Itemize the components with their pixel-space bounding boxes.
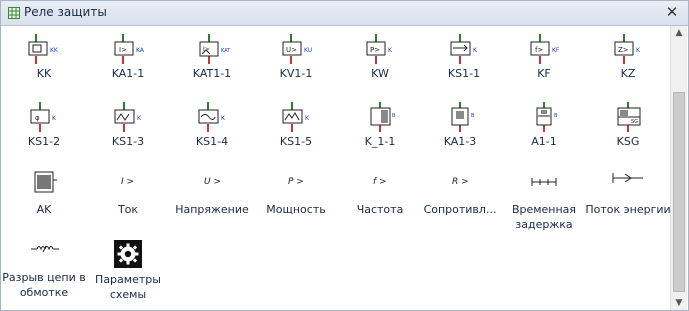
svg-text:U>: U> — [286, 46, 297, 54]
svg-text:K: K — [221, 115, 226, 122]
item-label: Мощность — [266, 203, 326, 216]
transformer-block-icon — [3, 168, 85, 202]
svg-text:B: B — [554, 113, 558, 119]
time-delay-icon — [503, 168, 585, 202]
item-label: KV1-1 — [279, 67, 313, 80]
coil-block-icon: B — [339, 100, 421, 134]
relay-ks-icon: K — [255, 100, 337, 134]
svg-text:KAT: KAT — [221, 48, 231, 54]
svg-text:P>: P> — [370, 46, 380, 54]
item-label: KK — [36, 67, 52, 80]
item-label: KSG — [616, 135, 640, 148]
svg-text:KA: KA — [136, 47, 145, 54]
current-symbol-icon: I > — [87, 168, 169, 202]
item-label: KA1-3 — [443, 135, 477, 148]
item-label: KS1-3 — [111, 135, 145, 148]
scroll-down-arrow-icon[interactable]: ▼ — [671, 296, 687, 310]
svg-text:I >: I > — [121, 177, 134, 187]
close-icon[interactable]: ✕ — [664, 4, 680, 20]
frequency-symbol-icon: f > — [339, 168, 421, 202]
scroll-up-arrow-icon[interactable]: ▲ — [671, 26, 687, 40]
svg-text:SG: SG — [631, 119, 638, 125]
svg-text:K: K — [388, 47, 393, 54]
item-label: Частота — [356, 203, 404, 216]
gear-icon — [87, 236, 169, 270]
item-label: AK — [36, 203, 52, 216]
window-title: Реле защиты — [24, 5, 107, 19]
item-label: Ток — [117, 203, 139, 216]
svg-text:KK: KK — [50, 47, 59, 54]
svg-text:P >: P > — [288, 177, 304, 187]
item-label: KW — [371, 67, 389, 80]
svg-text:f>: f> — [535, 46, 543, 54]
item-label: KS1-1 — [447, 67, 481, 80]
relay-kv-icon: U> KU — [255, 32, 337, 66]
power-symbol-icon: P > — [255, 168, 337, 202]
item-label: K_1-1 — [364, 135, 396, 148]
relay-kat-icon: I> KAT — [171, 32, 253, 66]
item-label: KS1-2 — [27, 135, 61, 148]
item-label: KA1-1 — [111, 67, 145, 80]
relay-ks-icon: K — [87, 100, 169, 134]
svg-text:φ: φ — [35, 114, 40, 122]
item-label: KS1-4 — [195, 135, 229, 148]
grid-icon — [8, 7, 20, 19]
relay-ks-icon: φK — [3, 100, 85, 134]
svg-text:K: K — [636, 47, 641, 54]
svg-text:B: B — [471, 113, 475, 119]
item-label: KF — [537, 67, 551, 80]
relay-ks-icon: K — [423, 32, 505, 66]
scrollbar-thumb[interactable] — [673, 92, 685, 292]
item-label: Напряжение — [175, 203, 249, 216]
vertical-scrollbar[interactable]: ▲ ▼ — [670, 26, 687, 310]
svg-text:K: K — [473, 47, 478, 54]
item-label: Разрыв цепи в обмотке — [2, 271, 86, 299]
svg-text:KF: KF — [552, 47, 560, 54]
symbol-palette: KK KK I> KA KA1-1 I> KAT KAT1-1 U> KU KV1-1… — [1, 26, 671, 310]
winding-break-icon — [3, 236, 85, 270]
relay-kz-icon: Z> K — [587, 32, 669, 66]
relay-kk-icon: KK — [3, 32, 85, 66]
item-label: A1-1 — [531, 135, 557, 148]
energy-flow-icon — [587, 168, 669, 202]
svg-text:K: K — [137, 115, 142, 122]
relay-kw-icon: P> K — [339, 32, 421, 66]
gas-relay-icon: SG — [587, 100, 669, 134]
svg-text:K: K — [305, 115, 310, 122]
svg-text:KU: KU — [304, 47, 312, 54]
item-label: KZ — [620, 67, 636, 80]
item-label: KAT1-1 — [192, 67, 232, 80]
relay-kf-icon: f> KF — [503, 32, 585, 66]
resistance-symbol-icon: R > — [419, 168, 501, 202]
relay-ka-icon: I> KA — [87, 32, 169, 66]
relay-ks-icon: K — [171, 100, 253, 134]
item-label: Параметры схемы — [95, 273, 161, 301]
svg-text:U >: U > — [204, 177, 221, 187]
svg-text:B: B — [392, 113, 396, 119]
voltage-symbol-icon: U > — [171, 168, 253, 202]
svg-text:K: K — [52, 115, 57, 122]
item-label: Поток энергии — [585, 203, 671, 216]
item-label: Временная задержка — [511, 203, 577, 231]
item-label: KS1-5 — [279, 135, 313, 148]
svg-text:R >: R > — [452, 177, 469, 187]
coil-block-icon: B — [419, 100, 501, 134]
svg-text:f >: f > — [373, 177, 387, 187]
svg-text:I>: I> — [119, 46, 127, 54]
title-bar: Реле защиты ✕ — [1, 1, 688, 26]
svg-text:Z>: Z> — [618, 46, 629, 54]
item-label: Сопротивл... — [423, 203, 497, 216]
coil-block-icon: B — [503, 100, 585, 134]
relay-protection-window: Реле защиты ✕ KK KK I> KA KA1-1 I> KAT KAT… — [0, 0, 689, 311]
